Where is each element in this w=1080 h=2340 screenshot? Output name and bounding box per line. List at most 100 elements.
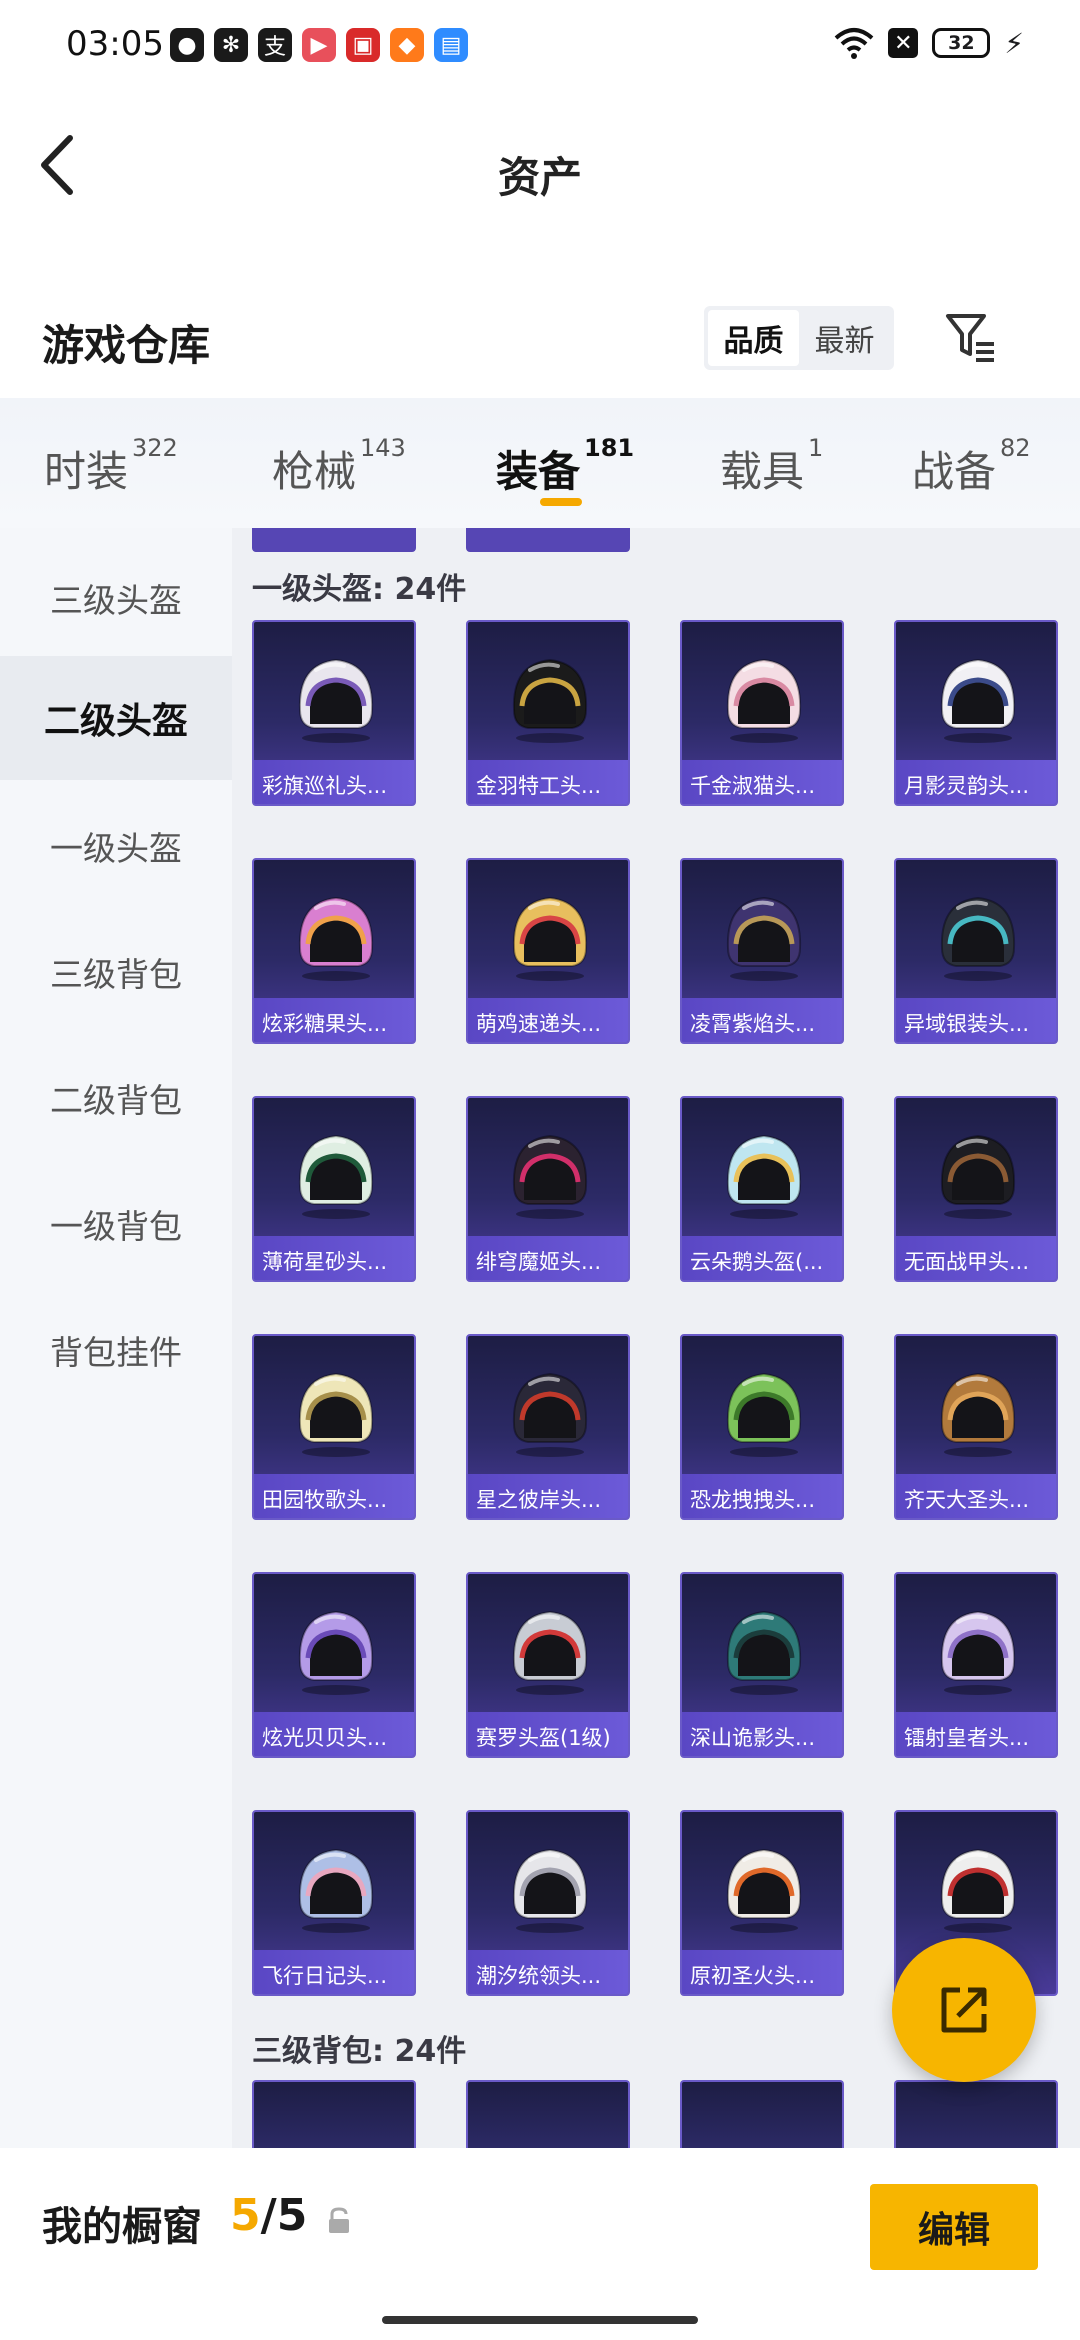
helmet-card-label: 无面战甲头... (896, 1236, 1056, 1280)
battery-icon: 32 (932, 28, 991, 58)
tab-label: 装备 (496, 447, 581, 496)
filter-icon[interactable] (944, 310, 998, 364)
helmet-card-label: 潮汐统领头... (468, 1950, 628, 1994)
section-title: 一级头盔: 24件 (252, 572, 467, 607)
helmet-icon (726, 1848, 802, 1933)
helmet-card[interactable]: 飞行日记头... (252, 1810, 416, 1996)
showcase-label: 我的橱窗 (42, 2204, 202, 2250)
helmet-icon (940, 1372, 1016, 1457)
helmet-icon (298, 1610, 374, 1695)
tab-supplies[interactable]: 战备 82 (912, 434, 1031, 499)
helmet-card[interactable]: 云朵鹅头盔(... (680, 1096, 844, 1282)
helmet-icon (940, 1610, 1016, 1695)
helmet-card[interactable]: 镭射皇者头... (894, 1572, 1058, 1758)
status-time: 03:05 (66, 24, 164, 64)
share-button[interactable] (892, 1938, 1036, 2082)
helmet-card[interactable]: 凌霄紫焰头... (680, 858, 844, 1044)
edit-button[interactable]: 编辑 (870, 2184, 1038, 2270)
helmet-icon (940, 1848, 1016, 1933)
sidebar-item-level2-backpack[interactable]: 二级背包 (0, 1036, 232, 1160)
helmet-card[interactable]: 田园牧歌头... (252, 1334, 416, 1520)
helmet-card[interactable]: 炫光贝贝头... (252, 1572, 416, 1758)
helmet-card[interactable]: 赛罗头盔(1级) (466, 1572, 630, 1758)
tab-vehicles[interactable]: 载具 1 (720, 434, 823, 499)
helmet-card[interactable]: 千金淑猫头... (680, 620, 844, 806)
helmet-card[interactable]: 月影灵韵头... (894, 620, 1058, 806)
helmet-card-label: 绯穹魔姬头... (468, 1236, 628, 1280)
tab-count: 322 (132, 434, 178, 462)
item-grid-area[interactable]: 一级头盔: 24件 彩旗巡礼头... 金羽特工头... 千金淑猫头... 月影灵韵头.… (232, 528, 1080, 2148)
wechat-icon: ✻ (214, 28, 248, 62)
helmet-card[interactable]: 薄荷星砂头... (252, 1096, 416, 1282)
helmet-card[interactable]: 金羽特工头... (466, 620, 630, 806)
tab-count: 143 (360, 434, 406, 462)
category-tabs: 时装 322 枪械 143 装备 181 载具 1 战备 82 (0, 398, 1080, 528)
status-indicators: ✕ 32 ⚡ (834, 26, 1024, 60)
helmet-card-label: 千金淑猫头... (682, 760, 842, 804)
sidebar-item-level3-helmet[interactable]: 三级头盔 (0, 536, 232, 660)
charging-icon: ⚡ (1004, 26, 1024, 60)
tab-label: 战备 (912, 447, 997, 496)
helmet-icon (512, 1134, 588, 1219)
backpack-card[interactable] (894, 2080, 1058, 2148)
helmet-card-label: 云朵鹅头盔(... (682, 1236, 842, 1280)
helmet-card[interactable]: 恐龙拽拽头... (680, 1334, 844, 1520)
sidebar-item-level3-backpack[interactable]: 三级背包 (0, 910, 232, 1034)
backpack-card[interactable] (252, 2080, 416, 2148)
helmet-card[interactable]: 深山诡影头... (680, 1572, 844, 1758)
sidebar-item-level2-helmet[interactable]: 二级头盔 (0, 656, 232, 780)
showcase-count: 5/5 (230, 2190, 307, 2241)
helmet-card[interactable]: 原初圣火头... (680, 1810, 844, 1996)
status-bar: 03:05 ● ✻ 支 ▶ ▣ ◆ ▤ ✕ 32 ⚡ (0, 0, 1080, 96)
helmet-card[interactable]: 萌鸡速递头... (466, 858, 630, 1044)
backpack-card[interactable] (466, 2080, 630, 2148)
helmet-card[interactable]: 绯穹魔姬头... (466, 1096, 630, 1282)
helmet-card[interactable]: 彩旗巡礼头... (252, 620, 416, 806)
helmet-card-label: 薄荷星砂头... (254, 1236, 414, 1280)
helmet-card-label: 飞行日记头... (254, 1950, 414, 1994)
tab-equipment[interactable]: 装备 181 (496, 434, 634, 499)
sidebar-item-backpack-charm[interactable]: 背包挂件 (0, 1288, 232, 1412)
helmet-card-label: 彩旗巡礼头... (254, 760, 414, 804)
helmet-card[interactable]: 炫彩糖果头... (252, 858, 416, 1044)
helmet-card-label: 深山诡影头... (682, 1712, 842, 1756)
sidebar: 三级头盔 二级头盔 一级头盔 三级背包 二级背包 一级背包 背包挂件 (0, 528, 232, 2148)
helmet-icon (940, 658, 1016, 743)
helmet-icon (940, 1134, 1016, 1219)
helmet-card-label: 异域银装头... (896, 998, 1056, 1042)
tab-firearms[interactable]: 枪械 143 (272, 434, 406, 499)
tab-fashion[interactable]: 时装 322 (44, 434, 178, 499)
helmet-card[interactable]: 无面战甲头... (894, 1096, 1058, 1282)
helmet-icon (726, 1134, 802, 1219)
helmet-icon (512, 1848, 588, 1933)
sort-quality-button[interactable]: 品质 (708, 310, 799, 366)
tab-label: 枪械 (272, 447, 357, 496)
sidebar-item-level1-backpack[interactable]: 一级背包 (0, 1162, 232, 1286)
helmet-card[interactable]: 异域银装头... (894, 858, 1058, 1044)
tab-count: 82 (1000, 434, 1031, 462)
video-app-icon: ▶ (302, 28, 336, 62)
sidebar-item-level1-helmet[interactable]: 一级头盔 (0, 784, 232, 908)
helmet-card[interactable]: 齐天大圣头... (894, 1334, 1058, 1520)
tab-count: 1 (808, 434, 824, 462)
previous-row-card (252, 528, 416, 552)
helmet-icon (298, 1134, 374, 1219)
bottom-bar: 我的橱窗 5/5 编辑 (0, 2148, 1080, 2340)
shield-app-icon: ● (170, 28, 204, 62)
helmet-card-label: 田园牧歌头... (254, 1474, 414, 1518)
helmet-icon (726, 658, 802, 743)
helmet-card-label: 赛罗头盔(1级) (468, 1712, 628, 1756)
helmet-icon (512, 896, 588, 981)
tab-label: 载具 (720, 447, 805, 496)
helmet-card[interactable]: 星之彼岸头... (466, 1334, 630, 1520)
helmet-icon (298, 1372, 374, 1457)
home-indicator[interactable] (382, 2316, 698, 2324)
backpack-card[interactable] (680, 2080, 844, 2148)
no-sim-icon: ✕ (888, 28, 919, 58)
helmet-card[interactable]: 潮汐统领头... (466, 1810, 630, 1996)
helmet-icon (298, 1848, 374, 1933)
helmet-icon (726, 896, 802, 981)
active-tab-indicator (540, 498, 582, 506)
sort-newest-button[interactable]: 最新 (799, 310, 890, 366)
helmet-icon (512, 1610, 588, 1695)
